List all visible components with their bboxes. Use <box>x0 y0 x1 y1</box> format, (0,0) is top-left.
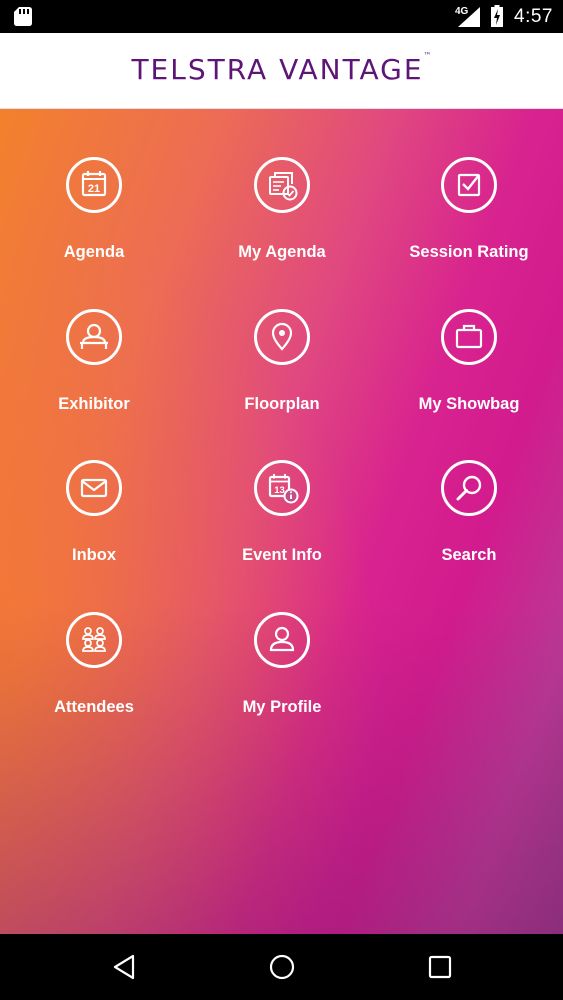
menu-tile-search[interactable]: Search <box>375 412 563 564</box>
menu-tile-agenda[interactable]: 21 Agenda <box>0 109 188 261</box>
floorplan-icon-circle <box>254 309 310 365</box>
my-showbag-icon-circle <box>441 309 497 365</box>
calendar-day-number: 21 <box>88 183 100 195</box>
menu-label-search: Search <box>441 546 497 564</box>
checkbox-icon <box>457 173 481 197</box>
menu-label-agenda: Agenda <box>63 243 125 261</box>
home-icon[interactable] <box>267 952 297 982</box>
app-title-text: TELSTRA VANTAGE <box>131 53 424 86</box>
sd-card-icon <box>14 7 32 26</box>
menu-tile-my-profile[interactable]: My Profile <box>188 564 376 716</box>
attendees-icon <box>82 627 106 652</box>
bag-icon <box>455 324 483 349</box>
event-day-number: 13 <box>274 485 285 496</box>
inbox-icon-circle <box>66 460 122 516</box>
exhibitor-icon <box>80 323 108 349</box>
event-info-icon: 13 <box>268 474 299 504</box>
my-agenda-icon <box>269 172 298 201</box>
trademark-symbol: ™ <box>423 51 432 60</box>
profile-icon <box>269 626 295 652</box>
calendar-21-icon: 21 <box>81 171 107 197</box>
envelope-icon <box>80 478 108 498</box>
system-navigation-bar <box>0 934 563 1000</box>
main-menu-grid: 21 Agenda My Agenda Session Rating Exhib… <box>0 109 563 934</box>
battery-charging-icon <box>491 5 503 27</box>
menu-label-event-info: Event Info <box>242 546 322 564</box>
search-icon <box>456 475 482 501</box>
menu-label-inbox: Inbox <box>72 546 116 564</box>
my-profile-icon-circle <box>254 612 310 668</box>
attendees-icon-circle <box>66 612 122 668</box>
menu-tile-session-rating[interactable]: Session Rating <box>375 109 563 261</box>
recent-apps-icon[interactable] <box>425 952 455 982</box>
menu-label-my-agenda: My Agenda <box>238 243 326 261</box>
app-header: TELSTRA VANTAGE™ <box>0 33 563 109</box>
menu-tile-floorplan[interactable]: Floorplan <box>188 261 376 413</box>
menu-label-attendees: Attendees <box>54 698 134 716</box>
menu-tile-attendees[interactable]: Attendees <box>0 564 188 716</box>
app-logo-title: TELSTRA VANTAGE™ <box>0 51 563 86</box>
event-info-icon-circle: 13 <box>254 460 310 516</box>
menu-tile-exhibitor[interactable]: Exhibitor <box>0 261 188 413</box>
menu-tile-my-agenda[interactable]: My Agenda <box>188 109 376 261</box>
session-rating-icon-circle <box>441 157 497 213</box>
back-icon[interactable] <box>109 952 139 982</box>
menu-label-my-profile: My Profile <box>242 698 322 716</box>
menu-tile-event-info[interactable]: 13 Event Info <box>188 412 376 564</box>
menu-tile-inbox[interactable]: Inbox <box>0 412 188 564</box>
menu-label-session-rating: Session Rating <box>409 243 529 261</box>
menu-tile-my-showbag[interactable]: My Showbag <box>375 261 563 413</box>
search-icon-circle <box>441 460 497 516</box>
cell-signal-icon <box>458 7 480 27</box>
status-clock: 4:57 <box>514 6 553 27</box>
map-pin-icon <box>271 322 293 351</box>
exhibitor-icon-circle <box>66 309 122 365</box>
my-agenda-icon-circle <box>254 157 310 213</box>
agenda-icon-circle: 21 <box>66 157 122 213</box>
status-bar: 4G 4:57 <box>0 0 563 33</box>
